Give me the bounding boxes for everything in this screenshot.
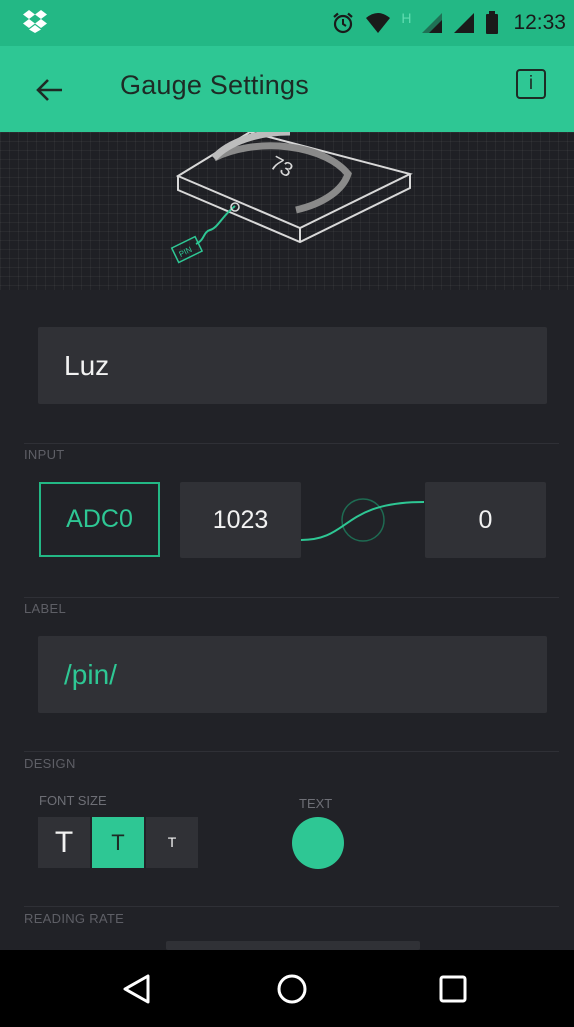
- home-circle-icon: [277, 974, 307, 1004]
- text-color-label: TEXT: [299, 796, 333, 811]
- system-nav-bar: [0, 950, 574, 1027]
- section-label-label: LABEL: [24, 601, 66, 616]
- section-label-input: INPUT: [24, 447, 65, 462]
- section-label-design: DESIGN: [24, 756, 76, 771]
- info-button[interactable]: i: [516, 69, 546, 99]
- text-color-swatch[interactable]: [292, 817, 344, 869]
- arrow-left-icon: [36, 79, 62, 101]
- alarm-icon: [331, 11, 355, 35]
- range-curve-icon: [301, 498, 425, 542]
- back-button[interactable]: [26, 70, 70, 110]
- signal-h-icon: H: [401, 10, 412, 26]
- section-label-reading-rate: READING RATE: [24, 911, 125, 926]
- battery-icon: [485, 11, 499, 35]
- signal-icon: [453, 12, 475, 34]
- status-time: 12:33: [513, 11, 566, 34]
- divider: [24, 751, 559, 752]
- pin-tag: PIN: [170, 235, 204, 264]
- wifi-icon: [365, 12, 391, 34]
- widget-preview-illustration: 73 PIN: [0, 132, 574, 290]
- divider: [24, 443, 559, 444]
- reading-rate-control[interactable]: [166, 941, 420, 950]
- divider: [24, 906, 559, 907]
- nav-recents-button[interactable]: [432, 968, 474, 1010]
- widget-name-field[interactable]: Luz: [38, 327, 547, 404]
- range-min-field[interactable]: 0: [425, 482, 546, 558]
- back-triangle-icon: [123, 974, 150, 1004]
- recents-square-icon: [439, 975, 467, 1003]
- page-title: Gauge Settings: [120, 70, 309, 100]
- range-max-field[interactable]: 1023: [180, 482, 301, 558]
- signal-icon: [421, 12, 443, 34]
- app-bar: Gauge Settings: [0, 46, 574, 132]
- font-size-label: FONT SIZE: [39, 793, 107, 808]
- divider: [24, 597, 559, 598]
- font-size-small-button[interactable]: T: [146, 817, 198, 868]
- label-field[interactable]: /pin/: [38, 636, 547, 713]
- gauge-value: 73: [266, 152, 296, 182]
- nav-back-button[interactable]: [117, 968, 159, 1010]
- font-size-medium-button[interactable]: T: [92, 817, 144, 868]
- pin-select-button[interactable]: ADC0: [39, 482, 160, 557]
- status-bar: H 12:33: [0, 0, 574, 46]
- nav-home-button[interactable]: [271, 968, 313, 1010]
- font-size-large-button[interactable]: T: [38, 817, 90, 868]
- dropbox-icon: [22, 9, 48, 33]
